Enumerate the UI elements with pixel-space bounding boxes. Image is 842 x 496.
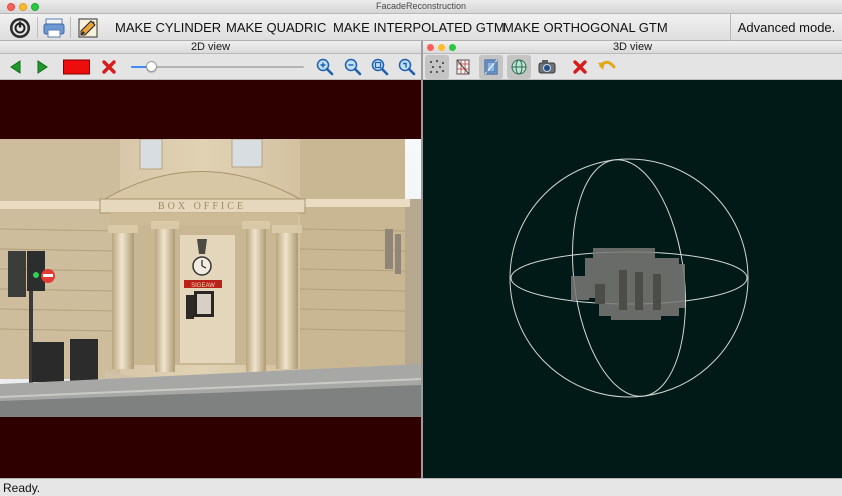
camera-button[interactable]: [535, 55, 559, 79]
zoom-fit-button[interactable]: [368, 55, 392, 79]
edit-tools-button[interactable]: [75, 15, 101, 40]
power-button[interactable]: [7, 15, 33, 40]
zoom-slider-knob[interactable]: [146, 61, 158, 72]
make-quadric-button[interactable]: MAKE QUADRIC: [226, 14, 326, 41]
point-cloud-toggle[interactable]: [425, 55, 449, 79]
zoom-reset-button[interactable]: [395, 55, 419, 79]
panel-2d-view: 2D view BOX OFFICE SIGEAW: [0, 41, 421, 478]
textured-box-icon: [484, 59, 498, 75]
pencil-ruler-icon: [78, 18, 98, 37]
zoom-out-button[interactable]: [341, 55, 365, 79]
building-photo-illustration: BOX OFFICE SIGEAW: [0, 139, 421, 417]
panel-2d-header: 2D view: [0, 41, 421, 54]
texture-toggle[interactable]: [479, 55, 503, 79]
red-rectangle-icon: [62, 59, 90, 75]
sphere-toggle[interactable]: [507, 55, 531, 79]
zoom-in-icon: [316, 58, 334, 76]
make-interpolated-gtm-button[interactable]: MAKE INTERPOLATED GTM: [333, 14, 505, 41]
mesh-icon: [456, 59, 470, 75]
delete-2d-button[interactable]: [97, 55, 121, 79]
panel-2d-title: 2D view: [190, 41, 231, 53]
advanced-mode-button[interactable]: Advanced mode.: [730, 14, 842, 41]
undo-button[interactable]: [595, 55, 619, 79]
window-title-bar: FacadeReconstruction: [0, 0, 842, 14]
point-cloud-model: [571, 248, 685, 320]
zoom-reset-icon: [398, 58, 416, 76]
panel-3d-view: 3D view: [423, 41, 842, 478]
previous-image-button[interactable]: [4, 55, 28, 79]
delete-3d-button[interactable]: [568, 55, 592, 79]
arrow-left-icon: [10, 60, 21, 74]
save-button[interactable]: [41, 15, 67, 40]
close-x-icon: [102, 60, 116, 74]
panel-3d-title: 3D view: [612, 41, 653, 53]
undo-arrow-icon: [598, 60, 616, 70]
zoom-out-icon: [344, 58, 362, 76]
zoom-fit-icon: [371, 58, 389, 76]
status-bar: Ready.: [0, 478, 842, 496]
status-text: Ready.: [3, 481, 41, 495]
view3d-toolbar: [423, 54, 842, 80]
3d-scene: [509, 158, 749, 398]
view2d-toolbar: [0, 54, 421, 80]
zoom-in-button[interactable]: [313, 55, 337, 79]
make-cylinder-button[interactable]: MAKE CYLINDER: [115, 14, 221, 41]
image-viewport[interactable]: BOX OFFICE SIGEAW: [0, 80, 421, 478]
next-image-button[interactable]: [30, 55, 54, 79]
point-cloud-icon: [430, 60, 444, 73]
photo-red-sign: SIGEAW: [191, 283, 215, 289]
globe-icon: [511, 59, 527, 75]
camera-icon: [538, 60, 556, 74]
printer-icon: [43, 18, 65, 37]
box-office-carved-sign: BOX OFFICE: [158, 201, 246, 212]
panel-3d-header: 3D view: [423, 41, 842, 54]
zoom-slider[interactable]: [131, 61, 304, 72]
facade-photo: BOX OFFICE SIGEAW: [0, 139, 421, 417]
main-toolbar: MAKE CYLINDER MAKE QUADRIC MAKE INTERPOL…: [0, 14, 842, 41]
mesh-toggle[interactable]: [451, 55, 475, 79]
window-title: FacadeReconstruction: [375, 1, 467, 11]
close-x-icon: [573, 60, 587, 74]
arrow-right-icon: [37, 60, 48, 74]
power-icon: [10, 17, 30, 38]
3d-viewport[interactable]: [423, 80, 842, 478]
color-swatch-button[interactable]: [61, 55, 91, 79]
make-orthogonal-gtm-button[interactable]: MAKE ORTHOGONAL GTM: [503, 14, 668, 41]
